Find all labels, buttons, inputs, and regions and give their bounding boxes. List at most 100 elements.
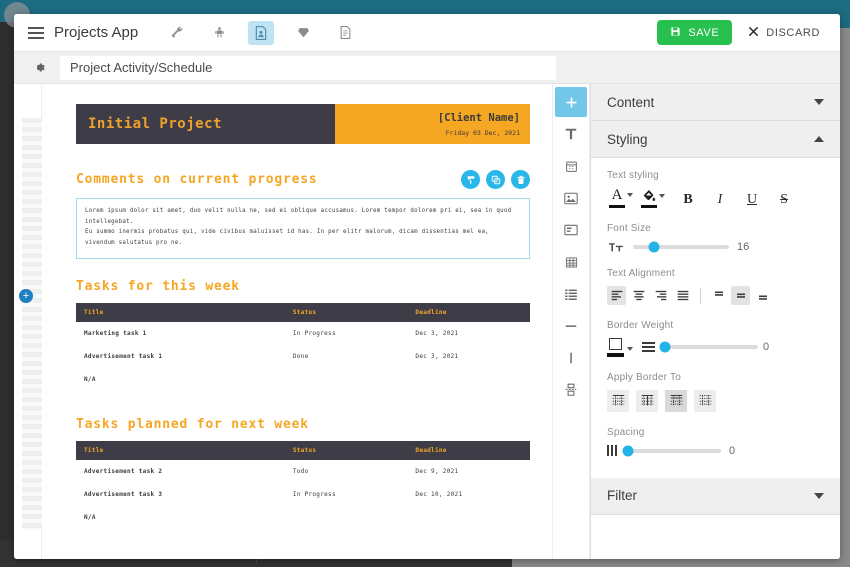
caption-block-icon[interactable] [555, 215, 587, 245]
border-weight-group: Border Weight 0 [607, 320, 824, 357]
column-header-status: Status [284, 302, 408, 322]
text-alignment-group: Text Alignment [607, 268, 824, 305]
document-icon[interactable] [248, 20, 275, 45]
font-size-slider-row: 16 [607, 241, 824, 253]
align-left-icon[interactable] [607, 286, 626, 305]
cell-status: In Progress [292, 329, 336, 337]
text-styling-group: Text styling A B I U S [607, 170, 824, 208]
page-break-icon[interactable] [555, 375, 587, 405]
border-weight-row: 0 [607, 338, 824, 357]
text-styling-row: A B I U S [607, 188, 824, 208]
floppy-disk-icon [670, 26, 681, 40]
cell-deadline: Dec 3, 2021 [415, 329, 459, 337]
delete-icon[interactable] [511, 170, 530, 189]
table-header-row: Title Status Deadline [76, 440, 530, 460]
comments-heading: Comments on current progress [76, 172, 318, 187]
cell-deadline: Dec 3, 2021 [415, 352, 459, 360]
chevron-down-icon [814, 99, 824, 105]
document-page: Initial Project [Client Name] Friday 03 … [76, 104, 530, 529]
border-lines-icon [642, 342, 655, 353]
spacing-icon [607, 445, 617, 456]
table-row[interactable]: Advertisement task 2 Todo Dec 9, 2021 [76, 460, 530, 483]
robot-icon[interactable] [206, 21, 232, 45]
calendar-icon[interactable] [555, 151, 587, 181]
close-icon [748, 26, 759, 40]
document-canvas[interactable]: Initial Project [Client Name] Friday 03 … [42, 84, 552, 559]
text-icon[interactable] [555, 119, 587, 149]
comments-section-header: Comments on current progress [76, 170, 530, 189]
tasks-this-week-table[interactable]: Title Status Deadline Marketing task 1 I… [76, 302, 530, 391]
table-row[interactable]: N/A [76, 368, 530, 391]
border-style-button[interactable] [607, 338, 633, 357]
chevron-down-icon [659, 193, 665, 198]
document-banner[interactable]: Initial Project [Client Name] Friday 03 … [76, 104, 530, 144]
page-thumbnail-strip[interactable] [22, 118, 42, 529]
spacing-label: Spacing [607, 426, 645, 438]
cell-title: Advertisement task 3 [84, 490, 163, 498]
border-weight-label: Border Weight [607, 320, 674, 331]
align-top-icon[interactable] [709, 286, 728, 305]
table-row[interactable]: Advertisement task 3 In Progress Dec 10,… [76, 483, 530, 506]
align-center-icon[interactable] [629, 286, 648, 305]
fill-color-button[interactable] [639, 189, 667, 208]
diamond-icon[interactable] [290, 21, 316, 45]
editor-body: + Initial Project [Client Name] Friday 0… [14, 84, 840, 559]
document-titlebar [14, 52, 840, 84]
hamburger-icon[interactable] [28, 26, 44, 39]
format-paint-icon[interactable] [461, 170, 480, 189]
project-name: Initial Project [88, 116, 222, 132]
image-icon[interactable] [555, 183, 587, 213]
tasks-next-week-table[interactable]: Title Status Deadline Advertisement task… [76, 440, 530, 529]
wrench-icon[interactable] [164, 21, 190, 45]
bold-button[interactable]: B [677, 192, 699, 208]
align-middle-icon[interactable] [731, 286, 750, 305]
vertical-rule-icon[interactable] [555, 343, 587, 373]
table-row[interactable]: N/A [76, 506, 530, 529]
border-weight-slider[interactable] [659, 341, 758, 353]
comments-textbox[interactable]: Lorem ipsum dolor sit amet, duo velit nu… [76, 198, 530, 259]
align-bottom-icon[interactable] [753, 286, 772, 305]
table-row[interactable]: Marketing task 1 In Progress Dec 3, 2021 [76, 322, 530, 345]
italic-button[interactable]: I [709, 192, 731, 208]
text-alignment-label: Text Alignment [607, 268, 675, 279]
table-row[interactable]: Advertisement task 1 Done Dec 3, 2021 [76, 345, 530, 368]
border-none-icon[interactable] [694, 389, 716, 412]
underline-button[interactable]: U [741, 192, 763, 208]
top-tool-icons [164, 20, 358, 45]
cell-title: N/A [84, 375, 96, 383]
discard-button[interactable]: DISCARD [748, 26, 830, 40]
cell-title: Advertisement task 1 [84, 352, 163, 360]
align-right-icon[interactable] [651, 286, 670, 305]
document-title-input[interactable] [60, 55, 556, 80]
text-color-button[interactable]: A [607, 188, 635, 208]
align-justify-icon[interactable] [673, 286, 692, 305]
font-size-group: Font Size 16 [607, 223, 824, 253]
accordion-styling[interactable]: Styling [591, 121, 840, 158]
accordion-filter[interactable]: Filter [591, 477, 840, 515]
border-weight-value: 0 [763, 341, 770, 354]
border-outer-icon[interactable] [636, 389, 658, 412]
page-icon[interactable] [332, 21, 358, 45]
horizontal-rule-icon[interactable] [555, 311, 587, 341]
chevron-up-icon [814, 136, 824, 142]
cell-title: Advertisement task 2 [84, 467, 163, 475]
gear-icon[interactable] [30, 59, 48, 77]
cell-status [285, 368, 408, 391]
border-all-icon[interactable] [607, 389, 629, 412]
border-inner-icon[interactable] [665, 389, 687, 412]
table-icon[interactable] [555, 247, 587, 277]
add-element-icon[interactable] [555, 87, 587, 117]
list-icon[interactable] [555, 279, 587, 309]
add-page-button[interactable]: + [19, 289, 33, 303]
comments-line-1: Lorem ipsum dolor sit amet, duo velit nu… [85, 208, 512, 225]
font-size-slider[interactable] [633, 241, 729, 253]
fill-bucket-icon [641, 189, 657, 208]
cell-deadline: Dec 10, 2021 [415, 490, 463, 498]
save-button[interactable]: SAVE [657, 20, 733, 45]
accordion-content[interactable]: Content [591, 84, 840, 121]
insert-toolbar [552, 84, 590, 559]
strikethrough-button[interactable]: S [773, 192, 795, 208]
font-size-icon [607, 241, 625, 253]
spacing-slider[interactable] [622, 445, 721, 456]
duplicate-icon[interactable] [486, 170, 505, 189]
